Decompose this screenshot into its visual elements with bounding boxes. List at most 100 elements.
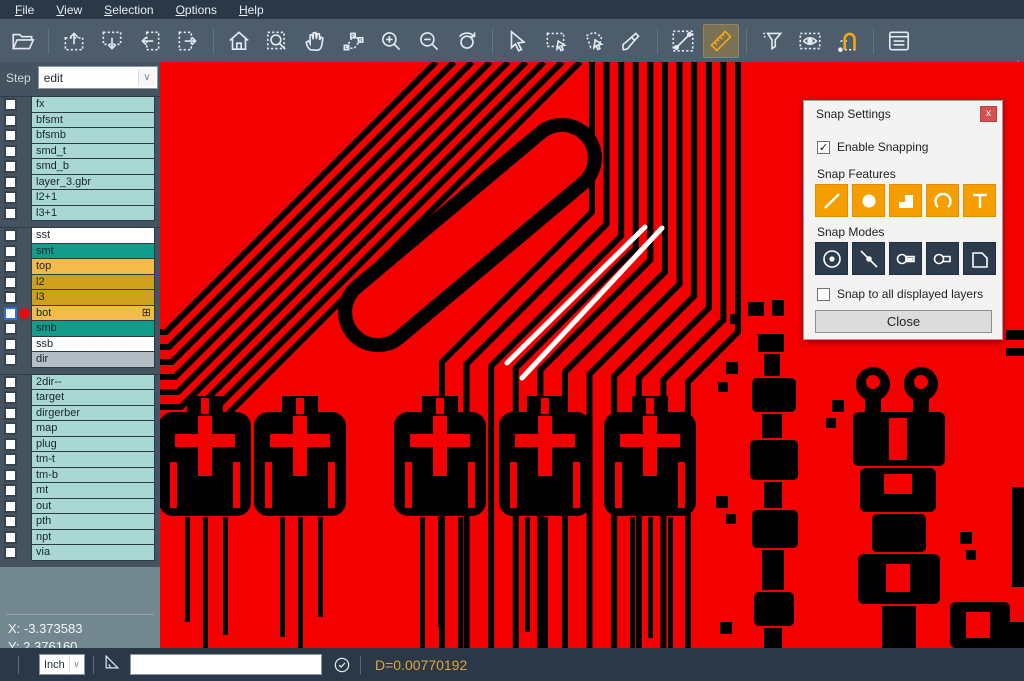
layer-visibility-checkbox[interactable] — [4, 98, 17, 111]
brush-button[interactable] — [614, 24, 650, 58]
filter-button[interactable] — [754, 24, 790, 58]
measure-line-button[interactable] — [665, 24, 701, 58]
layer-visibility-checkbox[interactable] — [4, 129, 17, 142]
close-button[interactable]: Close — [815, 310, 992, 333]
layer-visibility-checkbox[interactable] — [4, 145, 17, 158]
layer-name[interactable]: l2+1 — [31, 190, 155, 206]
layer-visibility-checkbox[interactable] — [4, 500, 17, 513]
pan-left-button[interactable] — [132, 24, 168, 58]
layer-visibility-checkbox[interactable] — [4, 391, 17, 404]
layer-name[interactable]: ssb — [31, 337, 155, 353]
layer-name[interactable]: bfsmb — [31, 128, 155, 144]
pan-right-button[interactable] — [170, 24, 206, 58]
layer-visibility-checkbox[interactable] — [4, 176, 17, 189]
layers-panel-button[interactable] — [881, 24, 917, 58]
open-button[interactable] — [5, 24, 41, 58]
layer-visibility-checkbox[interactable] — [4, 245, 17, 258]
layer-name[interactable]: npt — [31, 530, 155, 546]
snap-mode-online-button[interactable] — [852, 242, 885, 275]
confirm-circle-icon[interactable] — [332, 655, 352, 675]
layer-visibility-checkbox[interactable] — [4, 229, 17, 242]
pan-hand-button[interactable] — [297, 24, 333, 58]
enable-snapping-checkbox[interactable]: ✓ Enable Snapping — [817, 140, 928, 154]
snap-mode-center-button[interactable] — [815, 242, 848, 275]
layer-name[interactable]: dir — [31, 352, 155, 368]
menu-view[interactable]: View — [47, 2, 91, 18]
layer-visibility-checkbox[interactable] — [4, 453, 17, 466]
snap-feature-text-button[interactable] — [963, 184, 996, 217]
layer-visibility-checkbox[interactable] — [4, 376, 17, 389]
layer-name[interactable]: fx — [31, 97, 155, 113]
layer-visibility-checkbox[interactable] — [4, 353, 17, 366]
layer-name[interactable]: bfsmt — [31, 113, 155, 129]
select-polygon-button[interactable] — [576, 24, 612, 58]
layer-name[interactable]: l3 — [31, 290, 155, 306]
snap-mode-slot-end-button[interactable] — [889, 242, 922, 275]
step-select[interactable]: edit ∨ — [38, 66, 158, 89]
layer-name[interactable]: tm-t — [31, 452, 155, 468]
measure-ruler-button[interactable] — [703, 24, 739, 58]
zoom-window-button[interactable] — [259, 24, 295, 58]
layer-visibility-checkbox[interactable] — [4, 469, 17, 482]
layer-name[interactable]: out — [31, 499, 155, 515]
layer-name[interactable]: target — [31, 390, 155, 406]
layer-name[interactable]: l2 — [31, 275, 155, 291]
layer-visibility-checkbox[interactable] — [4, 438, 17, 451]
layer-visibility-checkbox[interactable] — [4, 531, 17, 544]
layer-visibility-checkbox[interactable] — [4, 307, 17, 320]
layer-visibility-checkbox[interactable] — [4, 260, 17, 273]
layer-name[interactable]: smd_b — [31, 159, 155, 175]
select-rectangle-button[interactable] — [538, 24, 574, 58]
zoom-reset-button[interactable] — [449, 24, 485, 58]
snap-mode-slot-open-button[interactable] — [926, 242, 959, 275]
command-input[interactable] — [130, 654, 322, 675]
layer-name[interactable]: l3+1 — [31, 206, 155, 222]
layer-visibility-checkbox[interactable] — [4, 407, 17, 420]
layer-name[interactable]: smd_t — [31, 144, 155, 160]
checkbox-unchecked[interactable] — [817, 288, 830, 301]
menu-options[interactable]: Options — [167, 2, 226, 18]
layer-visibility-checkbox[interactable] — [4, 322, 17, 335]
layer-visibility-checkbox[interactable] — [4, 422, 17, 435]
layer-visibility-checkbox[interactable] — [4, 291, 17, 304]
menu-selection[interactable]: Selection — [95, 2, 162, 18]
chevron-down-icon[interactable]: ∨ — [138, 69, 155, 86]
zoom-in-button[interactable] — [373, 24, 409, 58]
snap-feature-line-button[interactable] — [815, 184, 848, 217]
layer-name[interactable]: tm-b — [31, 468, 155, 484]
menu-help[interactable]: Help — [230, 2, 273, 18]
layer-name[interactable]: smt — [31, 244, 155, 260]
layer-name[interactable]: smb — [31, 321, 155, 337]
layer-visibility-checkbox[interactable] — [4, 338, 17, 351]
snap-feature-pad-button[interactable] — [852, 184, 885, 217]
zoom-out-button[interactable] — [411, 24, 447, 58]
layer-name[interactable]: plug — [31, 437, 155, 453]
layer-name[interactable]: mt — [31, 483, 155, 499]
layer-visibility-checkbox[interactable] — [4, 160, 17, 173]
layer-name[interactable]: via — [31, 545, 155, 561]
layer-name[interactable]: top — [31, 259, 155, 275]
snap-all-layers-checkbox[interactable]: Snap to all displayed layers — [817, 287, 983, 301]
layer-visibility-checkbox[interactable] — [4, 114, 17, 127]
zoom-polygon-button[interactable] — [335, 24, 371, 58]
snap-feature-surface-button[interactable] — [889, 184, 922, 217]
home-view-button[interactable] — [221, 24, 257, 58]
layer-visibility-checkbox[interactable] — [4, 546, 17, 559]
layer-name[interactable]: 2dir-- — [31, 375, 155, 391]
layer-name[interactable]: map — [31, 421, 155, 437]
checkbox-checked[interactable]: ✓ — [817, 141, 830, 154]
layer-visibility-checkbox[interactable] — [4, 276, 17, 289]
snap-feature-arc-button[interactable] — [926, 184, 959, 217]
select-pointer-button[interactable] — [500, 24, 536, 58]
layer-name[interactable]: sst — [31, 228, 155, 244]
unit-select[interactable]: Inch ∨ — [39, 654, 85, 675]
pan-down-button[interactable] — [94, 24, 130, 58]
view-region-button[interactable] — [792, 24, 828, 58]
pan-up-button[interactable] — [56, 24, 92, 58]
layer-visibility-checkbox[interactable] — [4, 515, 17, 528]
snap-button[interactable] — [830, 24, 866, 58]
dialog-title-bar[interactable]: Snap Settings x — [804, 101, 1002, 126]
snap-mode-contour-button[interactable] — [963, 242, 996, 275]
grid-icon[interactable]: ⊞ — [142, 306, 151, 320]
layer-visibility-checkbox[interactable] — [4, 207, 17, 220]
